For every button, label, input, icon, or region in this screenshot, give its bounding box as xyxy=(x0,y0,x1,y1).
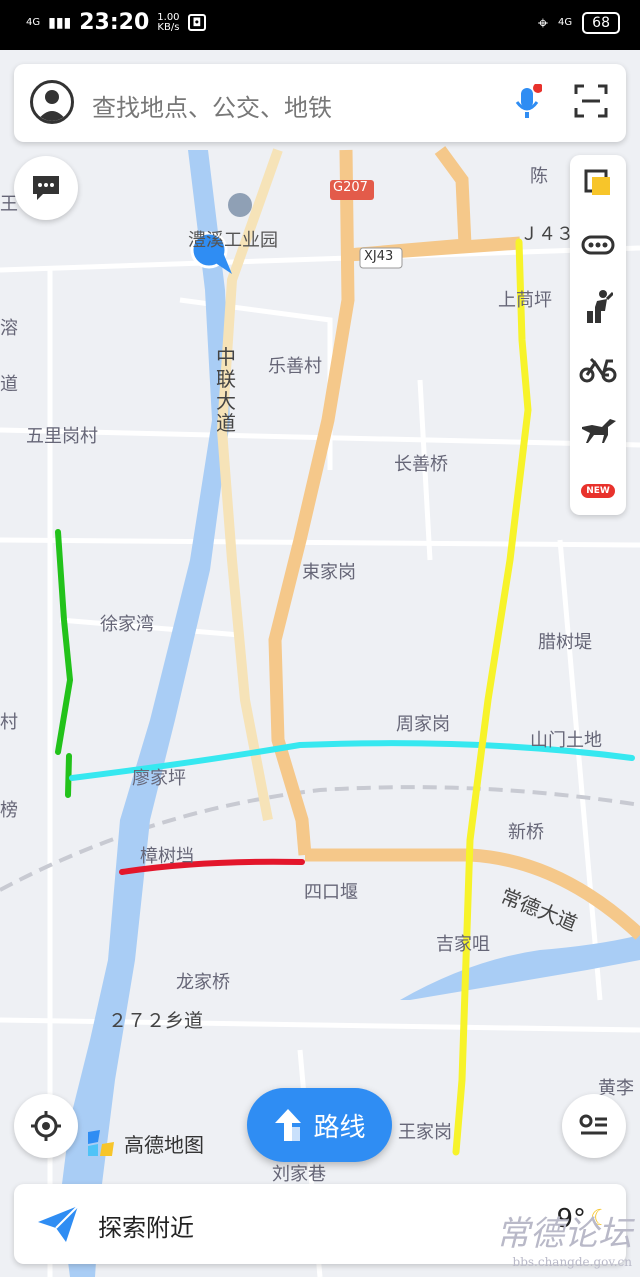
avatar[interactable] xyxy=(30,80,74,124)
list-icon xyxy=(579,1114,607,1135)
battery-indicator: 68 xyxy=(582,12,620,34)
label-shangjiaping: 上茼坪 xyxy=(498,290,552,311)
watermark-text: 常德论坛 xyxy=(496,1214,632,1254)
g207-shield: G207 xyxy=(333,180,368,195)
new-feature-button[interactable]: NEW xyxy=(570,463,626,519)
label-shujiagang: 束家岗 xyxy=(302,562,356,583)
bike-button[interactable] xyxy=(570,341,626,397)
label-zhangshudang: 樟树垱 xyxy=(140,846,194,867)
label-zhonglian-road: 中联大道 xyxy=(216,345,236,435)
label-wuligang: 五里岗村 xyxy=(26,426,98,447)
label-changshanqiao: 长善桥 xyxy=(394,454,448,475)
map-toolbar: NEW xyxy=(570,155,626,515)
status-bar: 4G ▮▮▮ 23:20 1.00 KB/s ◘ ⌖ 4G 68 xyxy=(0,0,640,50)
label-industrial-park: 澧溪工业园 xyxy=(188,230,278,251)
explore-label: 探索附近 xyxy=(98,1214,194,1242)
industrial-park-icon xyxy=(228,193,252,217)
transit-icon xyxy=(587,290,613,323)
green-line xyxy=(55,529,74,755)
layers-button[interactable] xyxy=(570,155,626,211)
green-line-short xyxy=(65,753,72,798)
label-liaojiaping: 廖家坪 xyxy=(132,768,186,789)
network-indicator: 4G xyxy=(26,16,41,28)
notification-icon: ◘ xyxy=(187,14,207,31)
message-button[interactable] xyxy=(14,156,78,220)
speed-value: 1.00 xyxy=(157,11,180,23)
scan-icon[interactable] xyxy=(574,84,608,122)
label-lashudi: 腊树堤 xyxy=(538,632,592,653)
network-indicator-2: 4G xyxy=(558,17,573,28)
signal-icon: ▮▮▮ xyxy=(48,14,72,31)
traffic-icon xyxy=(581,235,615,255)
label-shanmen: 山门土地 xyxy=(530,730,602,751)
route-arrow-icon xyxy=(275,1109,302,1141)
label-leshan: 乐善村 xyxy=(268,356,322,377)
amap-logo-text: 高德地图 xyxy=(124,1132,204,1157)
layers-icon xyxy=(584,169,610,195)
search-bar[interactable]: 查找地点、公交、地铁 xyxy=(14,64,626,142)
label-j43: Ｊ４３ xyxy=(520,224,574,245)
label-edge-dao: 道 xyxy=(0,374,18,395)
xj43-shield: XJ43 xyxy=(364,249,394,264)
paper-plane-icon xyxy=(38,1205,79,1242)
amap-logo: 高德地图 xyxy=(84,1126,204,1160)
transit-button[interactable] xyxy=(570,279,626,335)
horse-button[interactable] xyxy=(570,403,626,459)
label-sikouyan: 四口堰 xyxy=(304,882,358,903)
traffic-button[interactable] xyxy=(570,217,626,273)
watermark-url: bbs.changde.gov.cn xyxy=(512,1255,632,1269)
label-zhoujiagang: 周家岗 xyxy=(396,714,450,735)
amap-logo-icon xyxy=(88,1130,114,1156)
label-road-272: ２７２乡道 xyxy=(108,1010,204,1032)
label-xujiawan: 徐家湾 xyxy=(100,614,154,635)
clock: 23:20 xyxy=(79,10,150,35)
speed-unit: KB/s xyxy=(157,21,180,33)
label-longjiaqiao: 龙家桥 xyxy=(176,972,230,993)
label-edge-cun: 村 xyxy=(0,712,18,733)
locate-button[interactable] xyxy=(14,1094,78,1158)
user-icon xyxy=(37,90,67,121)
label-liujiaxiang: 刘家巷 xyxy=(272,1164,326,1185)
river xyxy=(60,150,230,1277)
watermark: 常德论坛 bbs.changde.gov.cn xyxy=(496,1206,632,1269)
label-edge-chen: 陈 xyxy=(530,166,548,187)
list-button[interactable] xyxy=(562,1094,626,1158)
bike-icon xyxy=(579,357,617,383)
search-input[interactable]: 查找地点、公交、地铁 xyxy=(92,88,332,123)
horse-icon xyxy=(582,419,616,443)
label-edge-bang: 榜 xyxy=(0,800,18,821)
mic-icon[interactable] xyxy=(512,83,543,124)
label-xinqiao: 新桥 xyxy=(508,822,544,843)
route-button[interactable]: 路线 xyxy=(247,1088,392,1162)
yellow-line xyxy=(452,238,532,1156)
label-wangjiagang: 王家岗 xyxy=(398,1122,452,1143)
new-badge: NEW xyxy=(581,484,615,498)
route-label: 路线 xyxy=(313,1112,366,1143)
label-jijiaju: 吉家咀 xyxy=(436,934,490,955)
label-edge-rong: 溶 xyxy=(0,318,18,339)
location-icon: ⌖ xyxy=(537,12,549,34)
crosshair-icon xyxy=(31,1111,61,1141)
chat-icon xyxy=(33,176,59,200)
